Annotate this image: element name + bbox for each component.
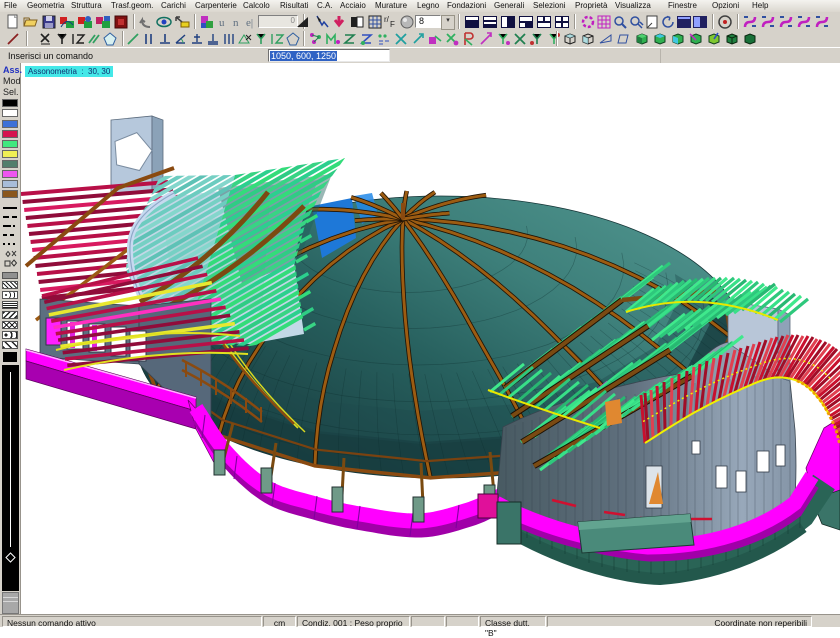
svg-text:e|: e| bbox=[246, 17, 253, 29]
svg-text:n: n bbox=[233, 17, 239, 29]
svg-text:F: F bbox=[390, 20, 395, 29]
svg-text:r/: r/ bbox=[384, 15, 390, 24]
svg-text:u: u bbox=[219, 17, 225, 29]
